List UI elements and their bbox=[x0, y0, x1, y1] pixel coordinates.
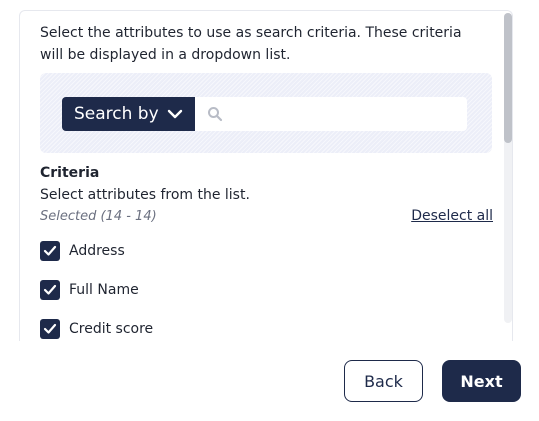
scrollbar-thumb[interactable] bbox=[504, 13, 512, 143]
criteria-item-label: Address bbox=[69, 243, 125, 259]
criteria-panel: Select the attributes to use as search c… bbox=[19, 10, 513, 341]
checkmark-icon bbox=[43, 245, 57, 256]
back-button[interactable]: Back bbox=[344, 360, 423, 402]
checkbox-checked[interactable] bbox=[40, 319, 60, 339]
criteria-item-label: Credit score bbox=[69, 321, 154, 337]
search-by-label: Search by bbox=[74, 104, 159, 124]
checkmark-icon bbox=[43, 284, 57, 295]
criteria-item-full-name[interactable]: Full Name bbox=[40, 279, 139, 301]
criteria-item-label: Full Name bbox=[69, 282, 139, 298]
search-input[interactable] bbox=[231, 101, 461, 129]
deselect-all-link[interactable]: Deselect all bbox=[411, 208, 493, 224]
criteria-item-credit-score[interactable]: Credit score bbox=[40, 318, 153, 340]
chevron-down-icon bbox=[167, 109, 183, 119]
search-by-dropdown[interactable]: Search by bbox=[62, 97, 195, 131]
intro-text: Select the attributes to use as search c… bbox=[40, 25, 462, 63]
search-criteria-preview: Search by bbox=[40, 73, 492, 153]
search-icon bbox=[208, 107, 223, 122]
search-field[interactable] bbox=[195, 97, 467, 131]
checkbox-checked[interactable] bbox=[40, 280, 60, 300]
criteria-subtitle: Select attributes from the list. bbox=[40, 187, 250, 203]
checkbox-checked[interactable] bbox=[40, 241, 60, 261]
criteria-title: Criteria bbox=[40, 165, 100, 181]
vertical-scrollbar[interactable] bbox=[504, 13, 512, 323]
selected-count: Selected (14 - 14) bbox=[40, 209, 157, 224]
checkmark-icon bbox=[43, 323, 57, 334]
criteria-item-address[interactable]: Address bbox=[40, 240, 125, 262]
next-button[interactable]: Next bbox=[442, 360, 521, 402]
